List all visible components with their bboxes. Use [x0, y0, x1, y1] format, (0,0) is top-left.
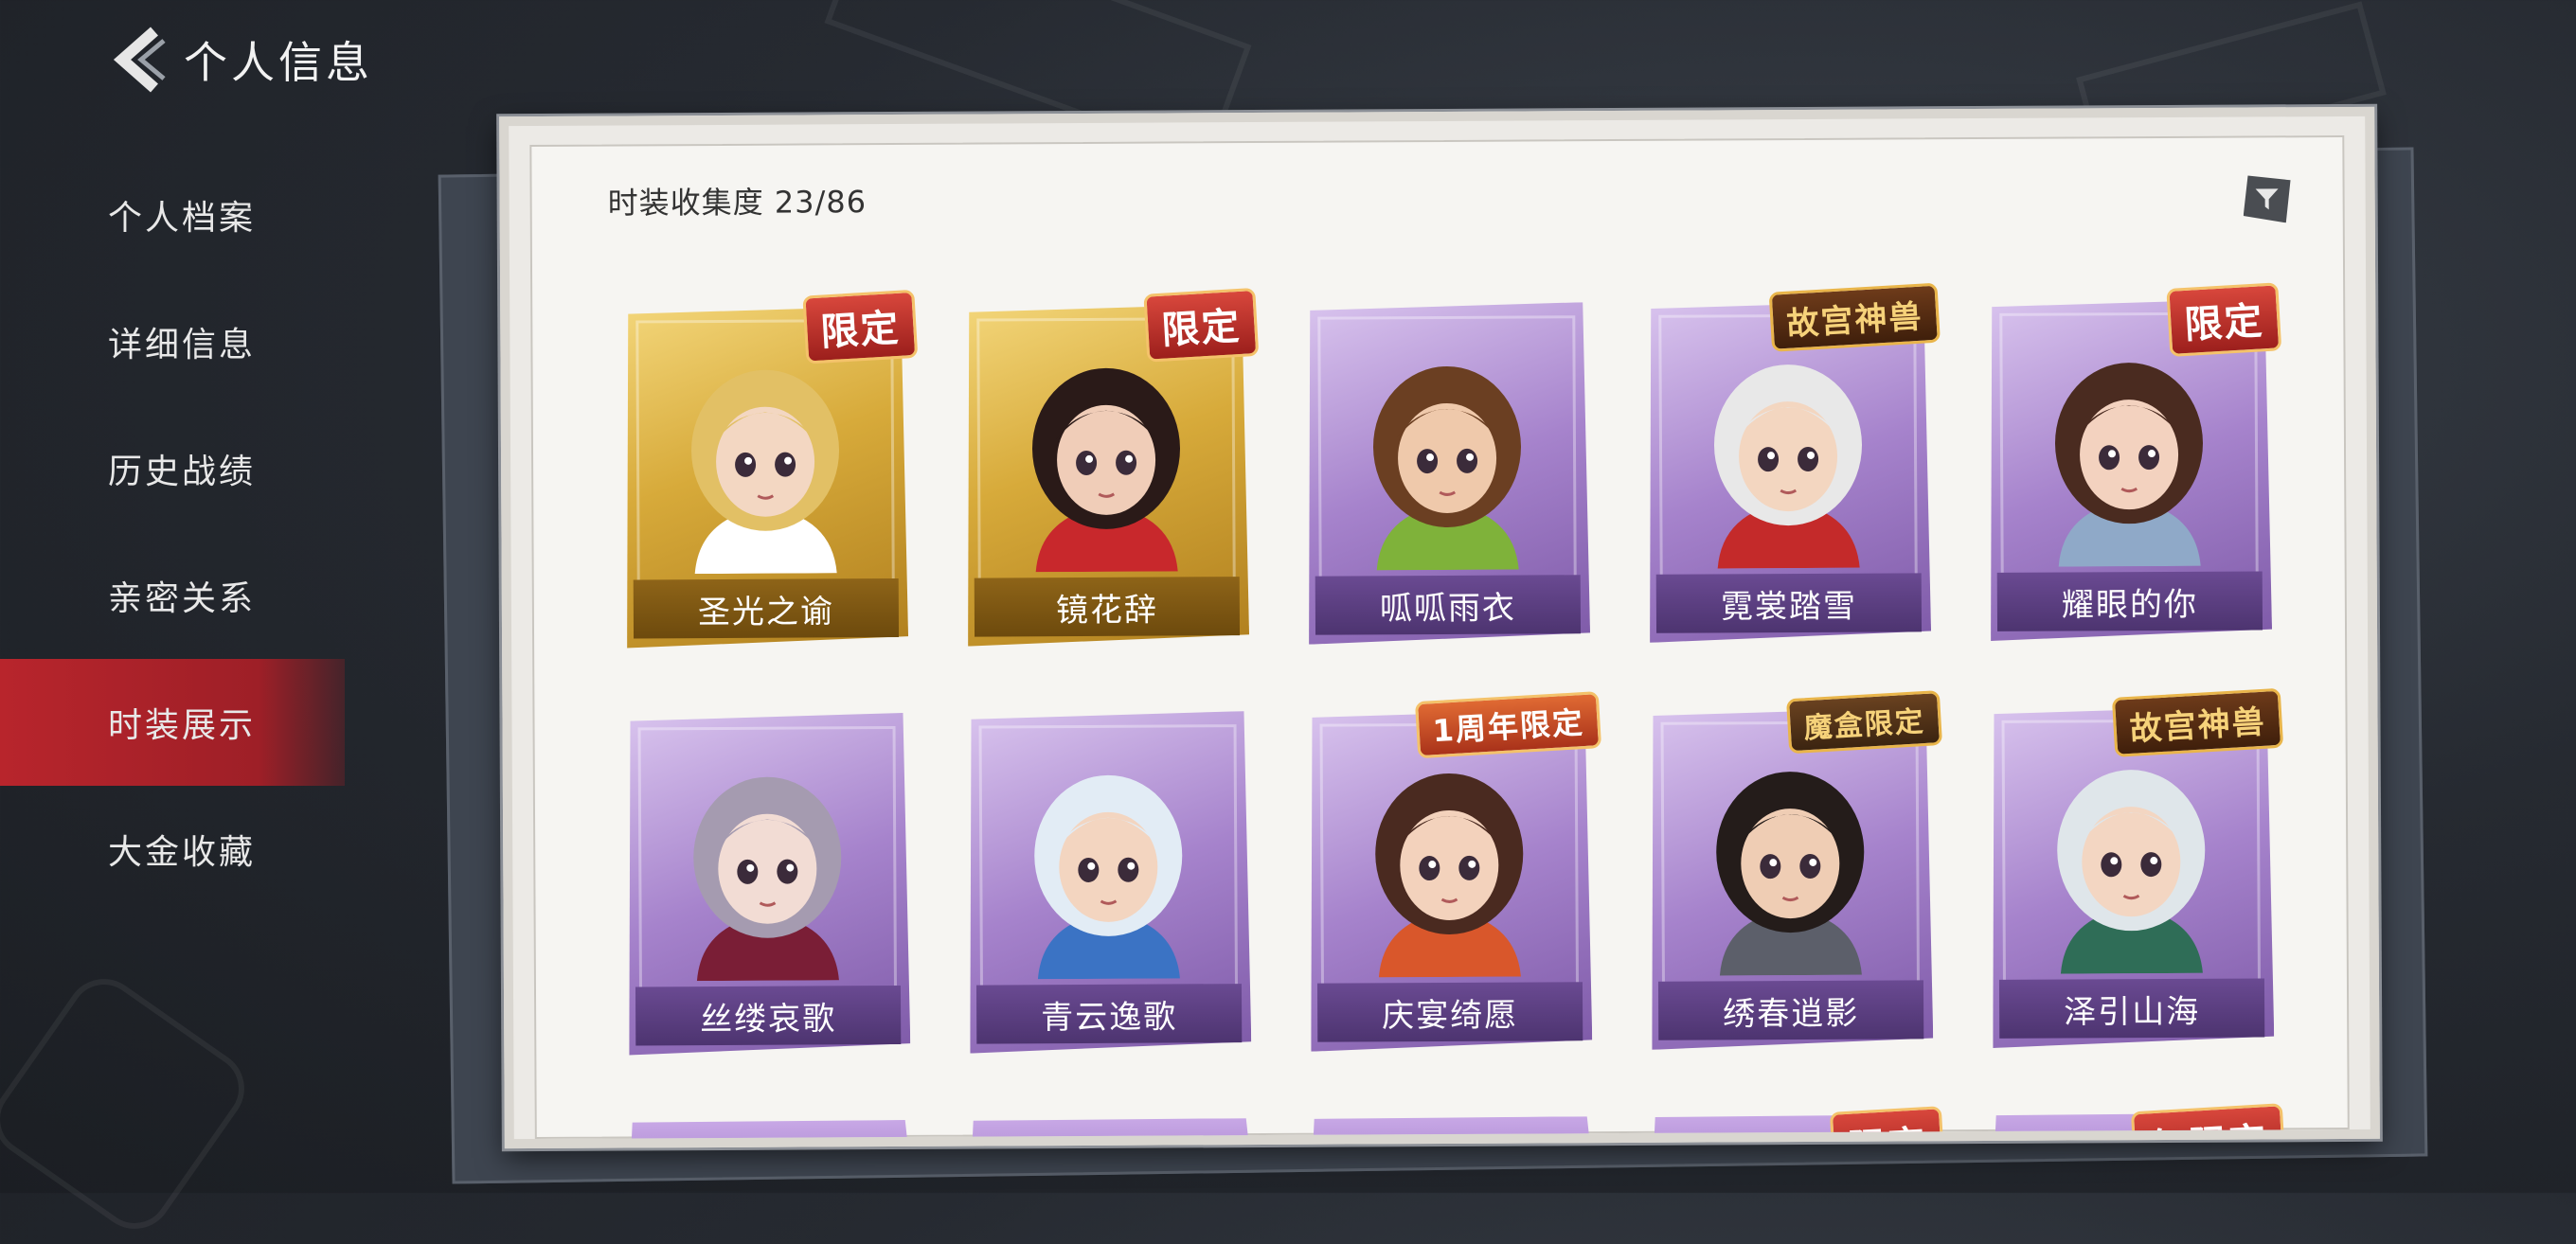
costume-card[interactable]: 耀眼的你 限定 — [1986, 282, 2282, 641]
limited-badge: 限定 — [1143, 287, 1260, 363]
limited-badge: 魔盒限定 — [1785, 690, 1943, 755]
costume-card[interactable]: 丝缕哀歌 — [624, 713, 910, 1056]
page-header: 个人信息 — [104, 24, 373, 95]
sidebar-item-history[interactable]: 历史战绩 — [0, 405, 360, 532]
sidebar-item-label: 个人档案 — [108, 199, 257, 238]
sidebar-item-label: 历史战绩 — [108, 453, 257, 491]
costume-name: 镜花辞 — [974, 577, 1241, 637]
sidebar: 个人档案 详细信息 历史战绩 亲密关系 时装展示 大金收藏 — [0, 151, 360, 913]
panel-content: 时装收集度 23/86 圣光之谕 限定 镜花辞 限定 呱呱雨衣 霓裳踏雪 故宫神… — [529, 134, 2350, 1149]
limited-badge: 1周年限定 — [1414, 691, 1602, 759]
limited-badge: 限定 — [2166, 282, 2282, 357]
costume-name: 圣光之谕 — [633, 578, 900, 639]
filter-icon — [2253, 185, 2281, 213]
costume-card[interactable]: 霓裳踏雪 故宫神兽 — [1645, 282, 1941, 643]
costume-name: 丝缕哀歌 — [635, 985, 902, 1046]
chevron-left-icon — [113, 27, 166, 92]
character-portrait — [2054, 363, 2203, 567]
sidebar-item-profile[interactable]: 个人档案 — [0, 151, 360, 278]
limited-badge: 限定 — [802, 289, 919, 364]
costume-card[interactable]: 庆宴绮愿 1周年限定 — [1306, 691, 1602, 1052]
costume-card-partial[interactable] — [627, 1120, 911, 1148]
character-portrait — [2057, 770, 2206, 974]
sidebar-item-details[interactable]: 详细信息 — [0, 278, 360, 405]
character-portrait — [1375, 773, 1524, 978]
sidebar-item-gold-collection[interactable]: 大金收藏 — [0, 786, 360, 913]
costume-card[interactable]: 圣光之谕 限定 — [622, 289, 919, 649]
sidebar-item-label: 亲密关系 — [108, 579, 257, 618]
background-decoration — [0, 964, 259, 1244]
character-portrait — [693, 776, 842, 982]
costume-card[interactable]: 镜花辞 限定 — [963, 287, 1260, 647]
limited-badge: 故宫神兽 — [2111, 687, 2284, 757]
costume-name: 青云逸歌 — [975, 984, 1243, 1044]
card-background — [968, 1118, 1252, 1148]
collection-progress: 时装收集度 23/86 — [607, 184, 868, 222]
character-portrait — [1713, 364, 1862, 569]
costume-name: 耀眼的你 — [1996, 571, 2263, 631]
sidebar-item-relations[interactable]: 亲密关系 — [0, 532, 360, 659]
costume-name: 绣春逍影 — [1657, 980, 1924, 1040]
costume-name: 呱呱雨衣 — [1315, 575, 1582, 635]
limited-badge: 故宫神兽 — [1768, 282, 1941, 352]
page-title: 个人信息 — [184, 36, 373, 88]
costume-name: 霓裳踏雪 — [1655, 573, 1923, 633]
costume-card[interactable]: 青云逸歌 — [965, 711, 1251, 1054]
sidebar-item-label: 详细信息 — [108, 326, 257, 364]
costume-name: 泽引山海 — [1998, 978, 2265, 1039]
costume-card[interactable]: 呱呱雨衣 — [1304, 302, 1590, 645]
sidebar-item-label: 大金收藏 — [108, 833, 257, 872]
sidebar-item-costumes[interactable]: 时装展示 — [0, 659, 345, 786]
character-portrait — [1716, 772, 1865, 976]
costume-grid: 圣光之谕 限定 镜花辞 限定 呱呱雨衣 霓裳踏雪 故宫神兽 耀眼的你 限定 丝缕… — [622, 282, 2332, 1149]
filter-button[interactable] — [2244, 175, 2291, 222]
character-portrait — [1372, 365, 1522, 571]
costume-panel: 时装收集度 23/86 圣光之谕 限定 镜花辞 限定 呱呱雨衣 霓裳踏雪 故宫神… — [499, 106, 2380, 1149]
card-background — [627, 1120, 911, 1148]
costume-card[interactable]: 绣春逍影 魔盒限定 — [1647, 690, 1943, 1050]
character-portrait — [1034, 774, 1183, 980]
costume-card-partial[interactable] — [968, 1118, 1252, 1148]
sidebar-item-label: 时装展示 — [108, 706, 257, 745]
character-portrait — [1032, 367, 1181, 573]
costume-card[interactable]: 泽引山海 故宫神兽 — [1988, 687, 2284, 1048]
costume-name: 庆宴绮愿 — [1316, 982, 1583, 1042]
character-portrait — [691, 369, 840, 575]
back-button[interactable] — [104, 24, 170, 95]
